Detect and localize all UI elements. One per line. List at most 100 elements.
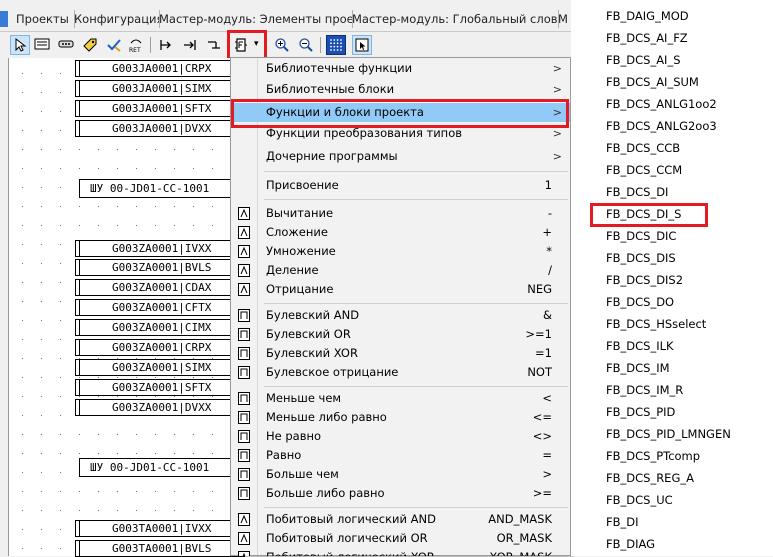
menu-item-multiply[interactable]: Умножение * (231, 242, 570, 261)
menu-item-bool-or[interactable]: Булевский OR >=1 (231, 325, 570, 344)
arith-function-icon (238, 264, 250, 277)
menu-item-less-than[interactable]: Меньше чем < (231, 389, 570, 408)
shu-block-1[interactable]: ШУ 00-JD01-CC-1001 (79, 179, 249, 198)
function-block-tool-button[interactable] (232, 35, 252, 55)
fb-item-dcs-ccb[interactable]: FB_DCS_CCB (606, 141, 680, 155)
fb-item-dcs-pid[interactable]: FB_DCS_PID (606, 405, 675, 419)
fb-item-dcs-im-r[interactable]: FB_DCS_IM_R (606, 383, 683, 397)
fb-item-dcs-dic[interactable]: FB_DCS_DIC (606, 229, 676, 243)
menu-item-negate[interactable]: Отрицание NEG (231, 280, 570, 299)
menu-item-equal[interactable]: Равно = (231, 446, 570, 465)
menu-item-greater-equal[interactable]: Больше либо равно >= (231, 484, 570, 503)
tab-master-project-elements[interactable]: Мастер-модуль: Элементы проекта (155, 10, 353, 28)
fb-item-dcs-anlg1oo2[interactable]: FB_DCS_ANLG1oo2 (606, 97, 717, 111)
fb-item-dcs-ai-s[interactable]: FB_DCS_AI_S (606, 53, 681, 67)
tab-configuration[interactable]: Конфигурация (70, 10, 160, 28)
bitwise-function-icon (238, 551, 250, 556)
fb-item-daig-mod[interactable]: FB_DAIG_MOD (606, 9, 689, 23)
output-tool-button[interactable] (180, 35, 200, 55)
tag-icon (83, 38, 97, 52)
var-block-g003za-dvxx[interactable]: G003ZA0001|DVXX (75, 399, 245, 416)
diagram-canvas[interactable]: G003JA0001|CRPX G003JA0001|SIMX G003JA00… (8, 58, 249, 557)
grid-toggle-button[interactable] (326, 35, 346, 55)
menu-item-bool-xor[interactable]: Булевский XOR =1 (231, 344, 570, 363)
menu-item-less-equal[interactable]: Меньше либо равно <= (231, 408, 570, 427)
fb-item-dcs-uc[interactable]: FB_DCS_UC (606, 493, 673, 507)
submenu-arrow-icon: > (552, 150, 562, 163)
var-block-g003ja-crpx[interactable]: G003JA0001|CRPX (75, 60, 245, 77)
check-icon (107, 39, 121, 52)
var-block-g003za-cdax[interactable]: G003ZA0001|CDAX (75, 279, 245, 296)
fb-item-di[interactable]: FB_DI (606, 515, 639, 529)
compare-function-icon (238, 468, 250, 481)
menu-item-library-blocks[interactable]: Библиотечные блоки > (231, 80, 570, 99)
menu-item-subtract[interactable]: Вычитание - (231, 204, 570, 223)
fb-item-dcs-di[interactable]: FB_DCS_DI (606, 185, 668, 199)
var-block-g003za-ivxx[interactable]: G003ZA0001|IVXX (75, 240, 245, 257)
fb-item-dcs-ccm[interactable]: FB_DCS_CCM (606, 163, 682, 177)
fb-item-dcs-ai-fz[interactable]: FB_DCS_AI_FZ (606, 31, 688, 45)
var-block-g003za-sftx[interactable]: G003ZA0001|SFTX (75, 379, 245, 396)
fb-item-dcs-anlg2oo3[interactable]: FB_DCS_ANLG2oo3 (606, 119, 717, 133)
var-block-g003za-cimx[interactable]: G003ZA0001|CIMX (75, 319, 245, 336)
fb-item-dcs-reg-a[interactable]: FB_DCS_REG_A (606, 471, 694, 485)
fb-item-dcs-pid-lmngen[interactable]: FB_DCS_PID_LMNGEN (606, 427, 731, 441)
project-function-list: FB_DAIG_MOD FB_DCS_AI_FZ FB_DCS_AI_S FB_… (571, 0, 773, 556)
menu-item-assign[interactable]: Присвоение 1 (231, 176, 570, 195)
menu-item-type-conversion[interactable]: Функции преобразования типов > (231, 124, 570, 143)
tab-master-global-dictionary[interactable]: Мастер-модуль: Глобальный словарь (348, 10, 559, 28)
zoom-out-button[interactable] (296, 35, 316, 55)
var-block-g003ta-ivxx[interactable]: G003TA0001|IVXX (75, 520, 245, 537)
fb-item-dcs-dis2[interactable]: FB_DCS_DIS2 (606, 273, 683, 287)
var-block-g003ja-dvxx[interactable]: G003JA0001|DVXX (75, 120, 245, 137)
block-tool-button[interactable] (32, 35, 52, 55)
var-block-g003za-bvls[interactable]: G003ZA0001|BVLS (75, 259, 245, 276)
tag-tool-button[interactable] (80, 35, 100, 55)
help-pointer-button[interactable] (352, 35, 372, 55)
menu-item-project-functions-blocks[interactable]: Функции и блоки проекта > (231, 103, 570, 122)
bitwise-function-icon (238, 532, 250, 545)
arith-function-icon (238, 207, 250, 220)
fb-item-dcs-ptcomp[interactable]: FB_DCS_PTcomp (606, 449, 700, 463)
menu-item-greater-than[interactable]: Больше чем > (231, 465, 570, 484)
fb-item-dcs-hsselect[interactable]: FB_DCS_HSselect (606, 317, 706, 331)
input-tool-button[interactable] (156, 35, 176, 55)
menu-item-child-programs[interactable]: Дочерние программы > (231, 147, 570, 166)
link-tool-button[interactable] (56, 35, 76, 55)
zoom-in-icon (275, 38, 289, 52)
menu-item-library-functions[interactable]: Библиотечные функции > (231, 59, 570, 78)
check-tool-button[interactable] (104, 35, 124, 55)
function-block-dropdown-arrow[interactable]: ▾ (254, 39, 259, 49)
compare-function-icon (238, 392, 250, 405)
var-block-g003ja-simx[interactable]: G003JA0001|SIMX (75, 80, 245, 97)
menu-item-bitwise-or[interactable]: Побитовый логический OR OR_MASK (231, 529, 570, 548)
var-block-g003za-cftx[interactable]: G003ZA0001|CFTX (75, 299, 245, 316)
zoom-in-button[interactable] (272, 35, 292, 55)
fb-item-dcs-dis[interactable]: FB_DCS_DIS (606, 251, 676, 265)
shu-block-2[interactable]: ШУ 00-JD01-CC-1001 (79, 458, 249, 477)
pointer-icon (15, 38, 27, 52)
compare-function-icon (238, 411, 250, 424)
menu-item-bool-not[interactable]: Булевское отрицание NOT (231, 363, 570, 382)
connector-tool-button[interactable] (204, 35, 224, 55)
fb-item-dcs-do[interactable]: FB_DCS_DO (606, 295, 674, 309)
var-block-g003ja-sftx[interactable]: G003JA0001|SFTX (75, 100, 245, 117)
menu-item-divide[interactable]: Деление / (231, 261, 570, 280)
fb-item-dcs-im[interactable]: FB_DCS_IM (606, 361, 670, 375)
pointer-tool-button[interactable] (10, 35, 30, 55)
ret-icon: RET (129, 39, 142, 53)
menu-item-bool-and[interactable]: Булевский AND & (231, 306, 570, 325)
fb-item-dcs-ai-sum[interactable]: FB_DCS_AI_SUM (606, 75, 699, 89)
var-block-g003ta-bvls[interactable]: G003TA0001|BVLS (75, 540, 245, 557)
fb-item-dcs-ilk[interactable]: FB_DCS_ILK (606, 339, 674, 353)
menu-item-bitwise-xor[interactable]: Побитовый логический XORXOR_MASK (231, 548, 570, 556)
menu-item-add[interactable]: Сложение + (231, 223, 570, 242)
fb-item-diag[interactable]: FB_DIAG (606, 537, 655, 551)
var-block-g003za-crpx[interactable]: G003ZA0001|CRPX (75, 339, 245, 356)
tab-projects[interactable]: Проекты (12, 10, 75, 28)
menu-item-bitwise-and[interactable]: Побитовый логический AND AND_MASK (231, 510, 570, 529)
menu-item-not-equal[interactable]: Не равно <> (231, 427, 570, 446)
fb-item-dcs-di-s[interactable]: FB_DCS_DI_S (606, 207, 682, 221)
ret-tool-button[interactable]: RET (126, 35, 146, 55)
var-block-g003za-simx[interactable]: G003ZA0001|SIMX (75, 359, 245, 376)
